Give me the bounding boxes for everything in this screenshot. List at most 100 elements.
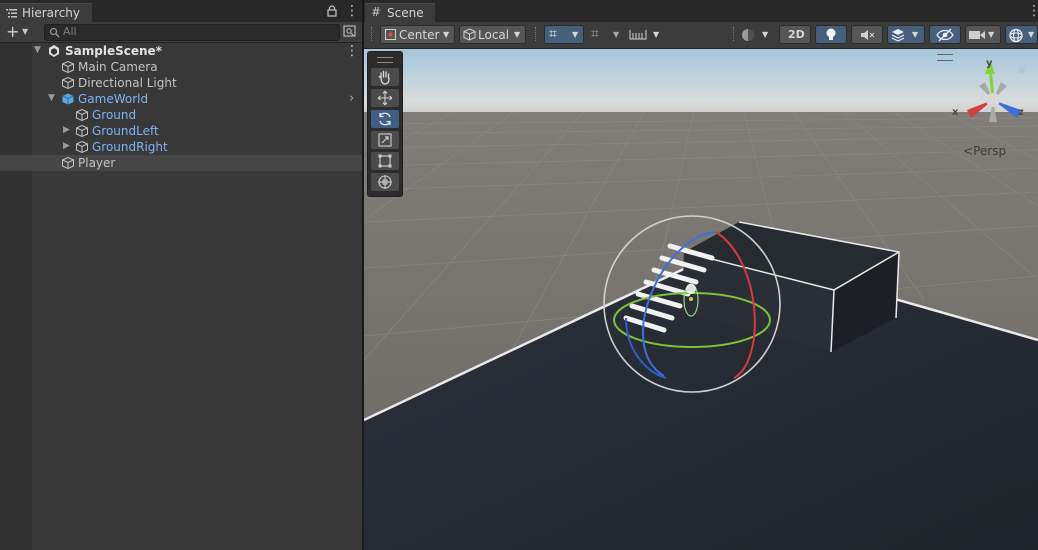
add-icon[interactable]: +	[6, 22, 19, 41]
expand-arrow-icon[interactable]: ▼	[48, 93, 55, 103]
scene-visibility-toggle[interactable]	[929, 25, 961, 44]
increment-snap-icon: ⌗	[591, 26, 599, 42]
space-icon	[463, 28, 476, 41]
rotate-tool-button[interactable]	[371, 110, 399, 128]
pivot-mode-dropdown[interactable]: Center ▼	[380, 25, 455, 44]
gizmo-z-label: z	[1018, 107, 1024, 118]
perspective-toggle[interactable]: <Persp	[963, 144, 1006, 158]
audio-icon	[861, 30, 875, 40]
chevron-down-icon: ▼	[988, 30, 995, 39]
prefab-icon	[62, 93, 74, 105]
cube-icon	[76, 108, 88, 122]
item-label: Ground	[92, 108, 137, 122]
grid-snap-toggle[interactable]: ⌗ ▼	[544, 25, 584, 44]
cube-icon	[62, 156, 74, 170]
hierarchy-item-ground[interactable]: Ground	[0, 107, 362, 123]
mode-2d-label: 2D	[788, 28, 805, 41]
increment-snap-toggle[interactable]: ⌗ ▼	[588, 25, 624, 44]
gizmo-drag-handle[interactable]	[937, 54, 953, 61]
item-label: Player	[78, 156, 116, 170]
hierarchy-item-main-camera[interactable]: Main Camera	[0, 59, 362, 75]
toolbar-grip	[371, 27, 375, 41]
expand-arrow-icon[interactable]: ▶	[63, 125, 70, 135]
rect-tool-icon	[378, 154, 392, 168]
scene-root-row[interactable]: ▼ SampleScene* ⋮	[0, 43, 362, 59]
lock-icon[interactable]	[327, 5, 337, 17]
unity-scene-icon	[49, 45, 59, 57]
hierarchy-list-icon	[6, 9, 17, 18]
hierarchy-item-gameworld[interactable]: ▼ GameWorld ›	[0, 91, 362, 107]
search-input[interactable]: All	[44, 24, 340, 41]
cube-icon	[62, 60, 74, 74]
tools-overlay	[367, 51, 403, 197]
mode-2d-toggle[interactable]: 2D	[779, 25, 811, 44]
hierarchy-item-groundleft[interactable]: ▶ GroundLeft	[0, 123, 362, 139]
chevron-down-icon: ▼	[572, 30, 579, 39]
hierarchy-item-player[interactable]: Player	[0, 155, 362, 171]
scene-visibility-search-icon[interactable]	[343, 25, 357, 38]
add-dropdown-chevron-icon[interactable]: ▼	[22, 27, 28, 36]
scale-tool-icon	[378, 133, 392, 147]
cube-icon	[62, 76, 74, 90]
open-prefab-chevron-icon[interactable]: ›	[349, 91, 354, 106]
chevron-down-icon: ▼	[653, 30, 660, 39]
move-tool-button[interactable]	[371, 89, 399, 107]
effects-dropdown[interactable]: ▼	[887, 25, 925, 44]
chevron-down-icon: ▼	[613, 30, 620, 39]
chevron-down-icon: ▼	[1028, 30, 1035, 39]
gizmo-x-label: x	[952, 107, 959, 118]
expand-arrow-icon[interactable]: ▶	[63, 141, 70, 151]
ruler-toggle[interactable]: ▼	[627, 25, 664, 44]
hierarchy-tab[interactable]: Hierarchy	[0, 3, 92, 23]
gizmos-dropdown[interactable]: ▼	[1005, 25, 1038, 44]
scene-root-label: SampleScene*	[65, 44, 162, 58]
expand-arrow-icon[interactable]: ▼	[34, 45, 41, 55]
persp-chevron-icon: <	[963, 144, 974, 158]
persp-label: Persp	[973, 144, 1007, 158]
audio-toggle[interactable]	[851, 25, 883, 44]
light-icon	[826, 28, 836, 40]
overlay-drag-handle[interactable]	[377, 57, 393, 63]
transform-tool-button[interactable]	[371, 173, 399, 191]
shading-mode-icon	[742, 29, 754, 41]
scale-tool-button[interactable]	[371, 131, 399, 149]
camera-dropdown[interactable]: ▼	[965, 25, 1001, 44]
grid-icon: #	[371, 5, 382, 19]
space-label: Local	[478, 28, 510, 42]
search-placeholder: All	[63, 25, 77, 38]
gizmo-y-label: y	[986, 58, 993, 69]
scene-more-icon[interactable]: ⋮	[345, 43, 359, 59]
scene-tab[interactable]: # Scene	[365, 3, 435, 23]
search-icon	[49, 27, 60, 38]
cube-icon	[76, 140, 88, 154]
cube-icon	[76, 124, 88, 138]
toolbar-grip	[535, 27, 539, 41]
rect-tool-button[interactable]	[371, 152, 399, 170]
scene-viewport[interactable]	[364, 0, 1038, 550]
scene-more-icon[interactable]: ⋮	[1027, 3, 1038, 19]
camera-icon	[969, 31, 985, 39]
rotate-tool-icon	[379, 112, 391, 126]
hand-tool-icon	[378, 70, 390, 85]
space-mode-dropdown[interactable]: Local ▼	[459, 25, 526, 44]
grid-snap-icon: ⌗	[549, 26, 557, 42]
item-label: GroundLeft	[92, 124, 159, 138]
item-label: GameWorld	[78, 92, 149, 106]
hierarchy-more-icon[interactable]: ⋮	[345, 3, 359, 19]
chevron-down-icon: ▼	[762, 30, 769, 39]
gizmo-icon	[1009, 28, 1023, 43]
pivot-icon	[385, 29, 396, 40]
toolbar-grip	[733, 27, 737, 41]
pivot-label: Center	[399, 28, 440, 42]
hand-tool-button[interactable]	[371, 68, 399, 86]
hierarchy-tab-label: Hierarchy	[22, 6, 81, 20]
scene-tab-label: Scene	[387, 6, 424, 20]
hierarchy-item-directional-light[interactable]: Directional Light	[0, 75, 362, 91]
lighting-toggle[interactable]	[815, 25, 847, 44]
chevron-down-icon: ▼	[912, 30, 919, 39]
shading-mode-dropdown[interactable]: ▼	[739, 25, 775, 44]
effects-icon	[891, 29, 905, 42]
move-tool-icon	[377, 90, 393, 106]
hierarchy-item-groundright[interactable]: ▶ GroundRight	[0, 139, 362, 155]
transform-tool-icon	[378, 175, 392, 189]
